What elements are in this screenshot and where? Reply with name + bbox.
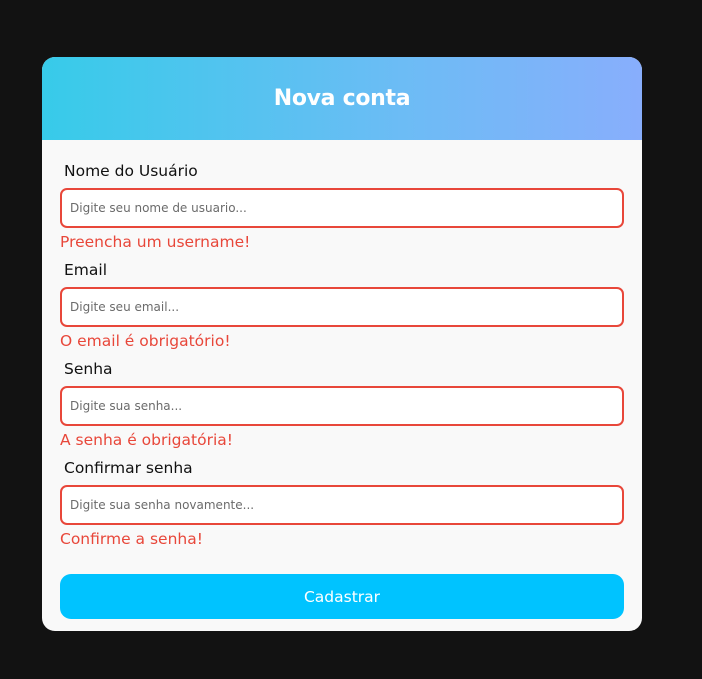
password-input[interactable]	[60, 386, 624, 426]
username-error-message: Preencha um username!	[60, 233, 251, 251]
username-field-group: Nome do Usuário Preencha um username!	[60, 162, 624, 261]
email-label: Email	[64, 261, 108, 279]
email-error-message: O email é obrigatório!	[60, 332, 231, 350]
signup-card: Nova conta Nome do Usuário Preencha um u…	[42, 57, 642, 631]
password-field-group: Senha A senha é obrigatória!	[60, 360, 624, 459]
confirm-password-label: Confirmar senha	[64, 459, 193, 477]
email-field-group: Email O email é obrigatório!	[60, 261, 624, 360]
confirm-password-input[interactable]	[60, 485, 624, 525]
confirm-password-field-group: Confirmar senha Confirme a senha!	[60, 459, 624, 558]
username-input[interactable]	[60, 188, 624, 228]
username-label: Nome do Usuário	[64, 162, 198, 180]
password-error-message: A senha é obrigatória!	[60, 431, 233, 449]
register-button[interactable]: Cadastrar	[60, 574, 624, 619]
password-label: Senha	[64, 360, 113, 378]
card-header: Nova conta	[42, 57, 642, 140]
page-title: Nova conta	[273, 86, 411, 111]
confirm-password-error-message: Confirme a senha!	[60, 530, 203, 548]
email-input[interactable]	[60, 287, 624, 327]
signup-form: Nome do Usuário Preencha um username! Em…	[42, 140, 642, 619]
